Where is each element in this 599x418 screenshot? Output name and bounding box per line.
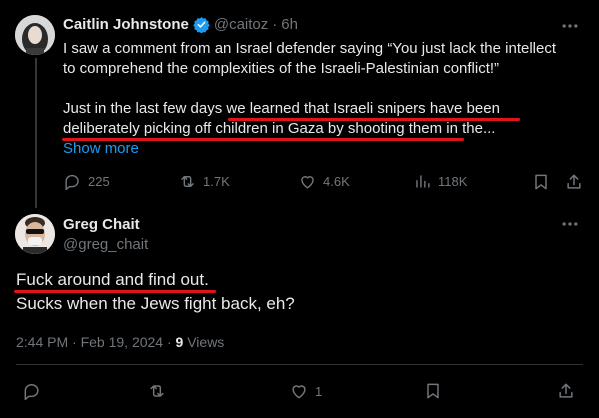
reply-icon (65, 174, 79, 191)
tweet2-header: Greg Chait @greg_chait (63, 215, 148, 255)
tweet1-body: I saw a comment from an Israel defender … (63, 39, 593, 159)
bookmark-button[interactable] (531, 172, 551, 197)
like-count: 4.6K (323, 174, 350, 189)
views-label: Views (183, 334, 225, 350)
more-dots-icon (562, 24, 578, 28)
tweet1-line2: to comprehend the complexities of the Is… (63, 60, 500, 77)
share-icon (567, 174, 581, 189)
tweet2-line2: Sucks when the Jews fight back, eh? (16, 294, 295, 313)
tweet1-line4: deliberately picking off children in Gaz… (63, 120, 496, 137)
annotation-underline-2 (62, 138, 464, 141)
thread-line (35, 58, 37, 208)
avatar-image (15, 15, 55, 55)
annotation-underline-3 (14, 290, 216, 293)
reply-icon (24, 384, 39, 401)
share-button[interactable] (564, 172, 584, 197)
share-icon (559, 383, 573, 398)
reply-button[interactable]: 225 (63, 172, 110, 191)
heart-icon (292, 385, 306, 399)
divider (16, 364, 583, 365)
like-button[interactable]: 1 (289, 381, 322, 401)
author-name[interactable]: Caitlin Johnstone (63, 16, 189, 33)
author-handle[interactable]: @greg_chait (63, 235, 148, 255)
repost-icon (150, 385, 164, 397)
tweet-age[interactable]: 6h (281, 16, 298, 33)
timestamp-row: 2:44 PM · Feb 19, 2024 · 9 Views (16, 334, 224, 350)
tweet1-header: Caitlin Johnstone @caitoz · 6h (63, 16, 298, 33)
repost-button[interactable] (147, 381, 167, 406)
timestamp[interactable]: 2:44 PM · Feb 19, 2024 · (16, 334, 176, 350)
bookmark-icon (535, 174, 547, 190)
show-more-link[interactable]: Show more (63, 139, 593, 159)
share-button[interactable] (556, 381, 576, 406)
views-chart-icon (416, 175, 430, 188)
views-count: 118K (438, 174, 468, 189)
annotation-underline-1 (228, 118, 520, 121)
author-name[interactable]: Greg Chait (63, 215, 148, 235)
avatar-image (15, 214, 55, 254)
avatar-caitlin[interactable] (15, 15, 55, 55)
reply-count: 225 (88, 174, 110, 189)
heart-icon (301, 176, 314, 189)
tweet1-line3: Just in the last few days we learned tha… (63, 100, 500, 117)
more-button[interactable] (560, 214, 580, 239)
reply-button[interactable] (22, 381, 42, 406)
tweet1-line1: I saw a comment from an Israel defender … (63, 40, 557, 57)
avatar-greg[interactable] (15, 214, 55, 254)
tweet2-line1: Fuck around and find out. (16, 270, 209, 289)
like-count: 1 (315, 383, 323, 399)
author-handle[interactable]: @caitoz (214, 16, 268, 33)
bookmark-button[interactable] (423, 381, 443, 406)
repost-icon (181, 176, 194, 187)
verified-icon (193, 16, 210, 33)
more-button[interactable] (560, 16, 580, 41)
like-button[interactable]: 4.6K (298, 172, 350, 191)
bookmark-icon (427, 383, 439, 399)
separator: · (272, 16, 278, 33)
repost-count: 1.7K (203, 174, 230, 189)
views-button[interactable]: 118K (413, 172, 467, 191)
more-dots-icon (562, 222, 578, 226)
repost-button[interactable]: 1.7K (178, 172, 230, 191)
